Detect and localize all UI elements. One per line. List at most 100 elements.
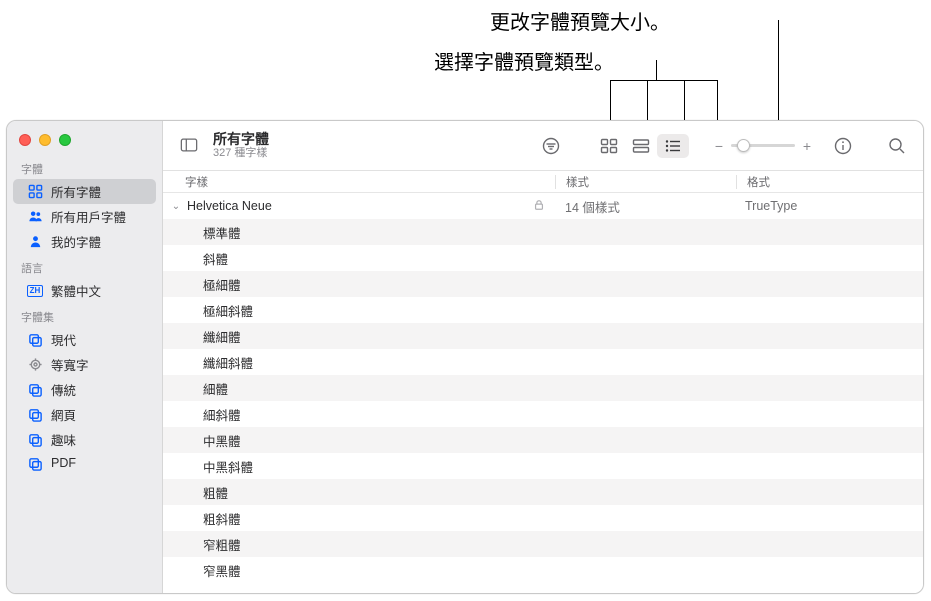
font-style-row[interactable]: 窄粗體 — [163, 531, 923, 557]
filter-button[interactable] — [537, 134, 565, 158]
sidebar-item-web[interactable]: 網頁 — [13, 402, 156, 427]
callout-line — [684, 80, 685, 120]
font-style-name: 極細體 — [203, 275, 241, 294]
zoom-window-button[interactable] — [59, 134, 71, 146]
font-style-row[interactable]: 中黑斜體 — [163, 453, 923, 479]
font-style-name: 細斜體 — [203, 405, 241, 424]
font-list: ⌄ Helvetica Neue 14 個樣式 TrueType 標準體斜體極細… — [163, 193, 923, 593]
sidebar-section-collections: 字體集 — [7, 303, 162, 327]
sidebar-item-monospace[interactable]: 等寬字 — [13, 352, 156, 377]
sidebar-item-label: 傳統 — [51, 380, 76, 399]
font-style-name: 窄粗體 — [203, 535, 241, 554]
minimize-window-button[interactable] — [39, 134, 51, 146]
callout-line — [610, 80, 718, 81]
toolbar: 所有字體 327 種字樣 − — [163, 121, 923, 171]
font-family-name: Helvetica Neue — [187, 199, 272, 213]
slider-thumb[interactable] — [737, 139, 750, 152]
toolbar-subtitle: 327 種字樣 — [213, 147, 269, 159]
sidebar-section-fonts: 字體 — [7, 155, 162, 179]
font-style-row[interactable]: 極細體 — [163, 271, 923, 297]
column-header-row: 字樣 樣式 格式 — [163, 171, 923, 193]
font-style-name: 纖細體 — [203, 327, 241, 346]
sidebar-item-all-fonts[interactable]: 所有字體 — [13, 179, 156, 204]
sidebar: 字體 所有字體 所有用戶字體 我的字體 語言 ZH 繁體中文 字體集 — [7, 121, 163, 593]
callout-line — [610, 80, 611, 120]
column-header-format[interactable]: 格式 — [737, 174, 923, 190]
collection-icon — [27, 382, 43, 398]
font-style-name: 粗斜體 — [203, 509, 241, 528]
samples-view-button[interactable] — [625, 134, 657, 158]
font-style-row[interactable]: 窄黑體 — [163, 557, 923, 583]
sidebar-item-label: 現代 — [51, 330, 76, 349]
collection-icon — [27, 332, 43, 348]
zh-badge-icon: ZH — [27, 283, 43, 299]
font-style-name: 中黑斜體 — [203, 457, 253, 476]
search-button[interactable] — [883, 134, 911, 158]
lock-icon — [533, 199, 545, 214]
font-book-window: 字體 所有字體 所有用戶字體 我的字體 語言 ZH 繁體中文 字體集 — [6, 120, 924, 594]
font-style-row[interactable]: 細體 — [163, 375, 923, 401]
callout-line — [647, 80, 648, 120]
sidebar-item-pdf[interactable]: PDF — [13, 452, 156, 474]
font-style-name: 窄黑體 — [203, 561, 241, 580]
disclosure-triangle-icon[interactable]: ⌄ — [169, 201, 183, 212]
users-icon — [27, 209, 43, 225]
font-style-name: 極細斜體 — [203, 301, 253, 320]
sidebar-item-modern[interactable]: 現代 — [13, 327, 156, 352]
preview-size-slider[interactable]: − + — [713, 138, 813, 154]
sidebar-item-label: 網頁 — [51, 405, 76, 424]
slider-track[interactable] — [731, 144, 795, 147]
sidebar-item-label: PDF — [51, 456, 76, 470]
font-style-row[interactable]: 粗斜體 — [163, 505, 923, 531]
collection-icon — [27, 432, 43, 448]
font-style-row[interactable]: 粗體 — [163, 479, 923, 505]
sidebar-item-user-fonts[interactable]: 所有用戶字體 — [13, 204, 156, 229]
sidebar-item-my-fonts[interactable]: 我的字體 — [13, 229, 156, 254]
column-header-style[interactable]: 樣式 — [556, 174, 736, 190]
sidebar-item-label: 所有字體 — [51, 182, 101, 201]
callout-line — [717, 80, 718, 120]
collection-icon — [27, 407, 43, 423]
window-controls — [7, 121, 162, 155]
sidebar-item-zh-hant[interactable]: ZH 繁體中文 — [13, 278, 156, 303]
close-window-button[interactable] — [19, 134, 31, 146]
callout-type-text: 選擇字體預覽類型。 — [434, 46, 614, 75]
toolbar-title: 所有字體 — [213, 132, 269, 147]
column-header-typeface[interactable]: 字樣 — [163, 174, 555, 190]
font-family-format: TrueType — [735, 199, 923, 213]
plus-icon: + — [801, 138, 813, 154]
sidebar-section-language: 語言 — [7, 254, 162, 278]
sidebar-item-traditional[interactable]: 傳統 — [13, 377, 156, 402]
font-family-row[interactable]: ⌄ Helvetica Neue 14 個樣式 TrueType — [163, 193, 923, 219]
font-style-name: 中黑體 — [203, 431, 241, 450]
fonts-grid-icon — [27, 184, 43, 200]
sidebar-item-label: 等寬字 — [51, 355, 89, 374]
annotation-overlay: 更改字體預覽大小。 選擇字體預覽類型。 — [0, 0, 931, 120]
callout-line — [656, 60, 657, 80]
font-style-row[interactable]: 中黑體 — [163, 427, 923, 453]
toolbar-title-block: 所有字體 327 種字樣 — [213, 132, 269, 159]
font-family-styles-count: 14 個樣式 — [555, 197, 735, 216]
collection-icon — [27, 455, 43, 471]
sidebar-item-fun[interactable]: 趣味 — [13, 427, 156, 452]
font-style-row[interactable]: 斜體 — [163, 245, 923, 271]
sidebar-item-label: 繁體中文 — [51, 281, 101, 300]
font-style-row[interactable]: 標準體 — [163, 219, 923, 245]
grid-view-button[interactable] — [593, 134, 625, 158]
font-style-name: 粗體 — [203, 483, 228, 502]
font-style-row[interactable]: 纖細斜體 — [163, 349, 923, 375]
info-button[interactable] — [829, 134, 857, 158]
toggle-sidebar-button[interactable] — [175, 133, 203, 157]
font-style-row[interactable]: 纖細體 — [163, 323, 923, 349]
user-icon — [27, 234, 43, 250]
callout-line — [778, 20, 779, 120]
list-view-button[interactable] — [657, 134, 689, 158]
gear-icon — [27, 357, 43, 373]
callout-size-text: 更改字體預覽大小。 — [490, 6, 670, 35]
font-style-row[interactable]: 細斜體 — [163, 401, 923, 427]
font-style-row[interactable]: 極細斜體 — [163, 297, 923, 323]
view-mode-segmented — [593, 134, 689, 158]
minus-icon: − — [713, 138, 725, 154]
font-style-name: 細體 — [203, 379, 228, 398]
sidebar-item-label: 所有用戶字體 — [51, 207, 126, 226]
